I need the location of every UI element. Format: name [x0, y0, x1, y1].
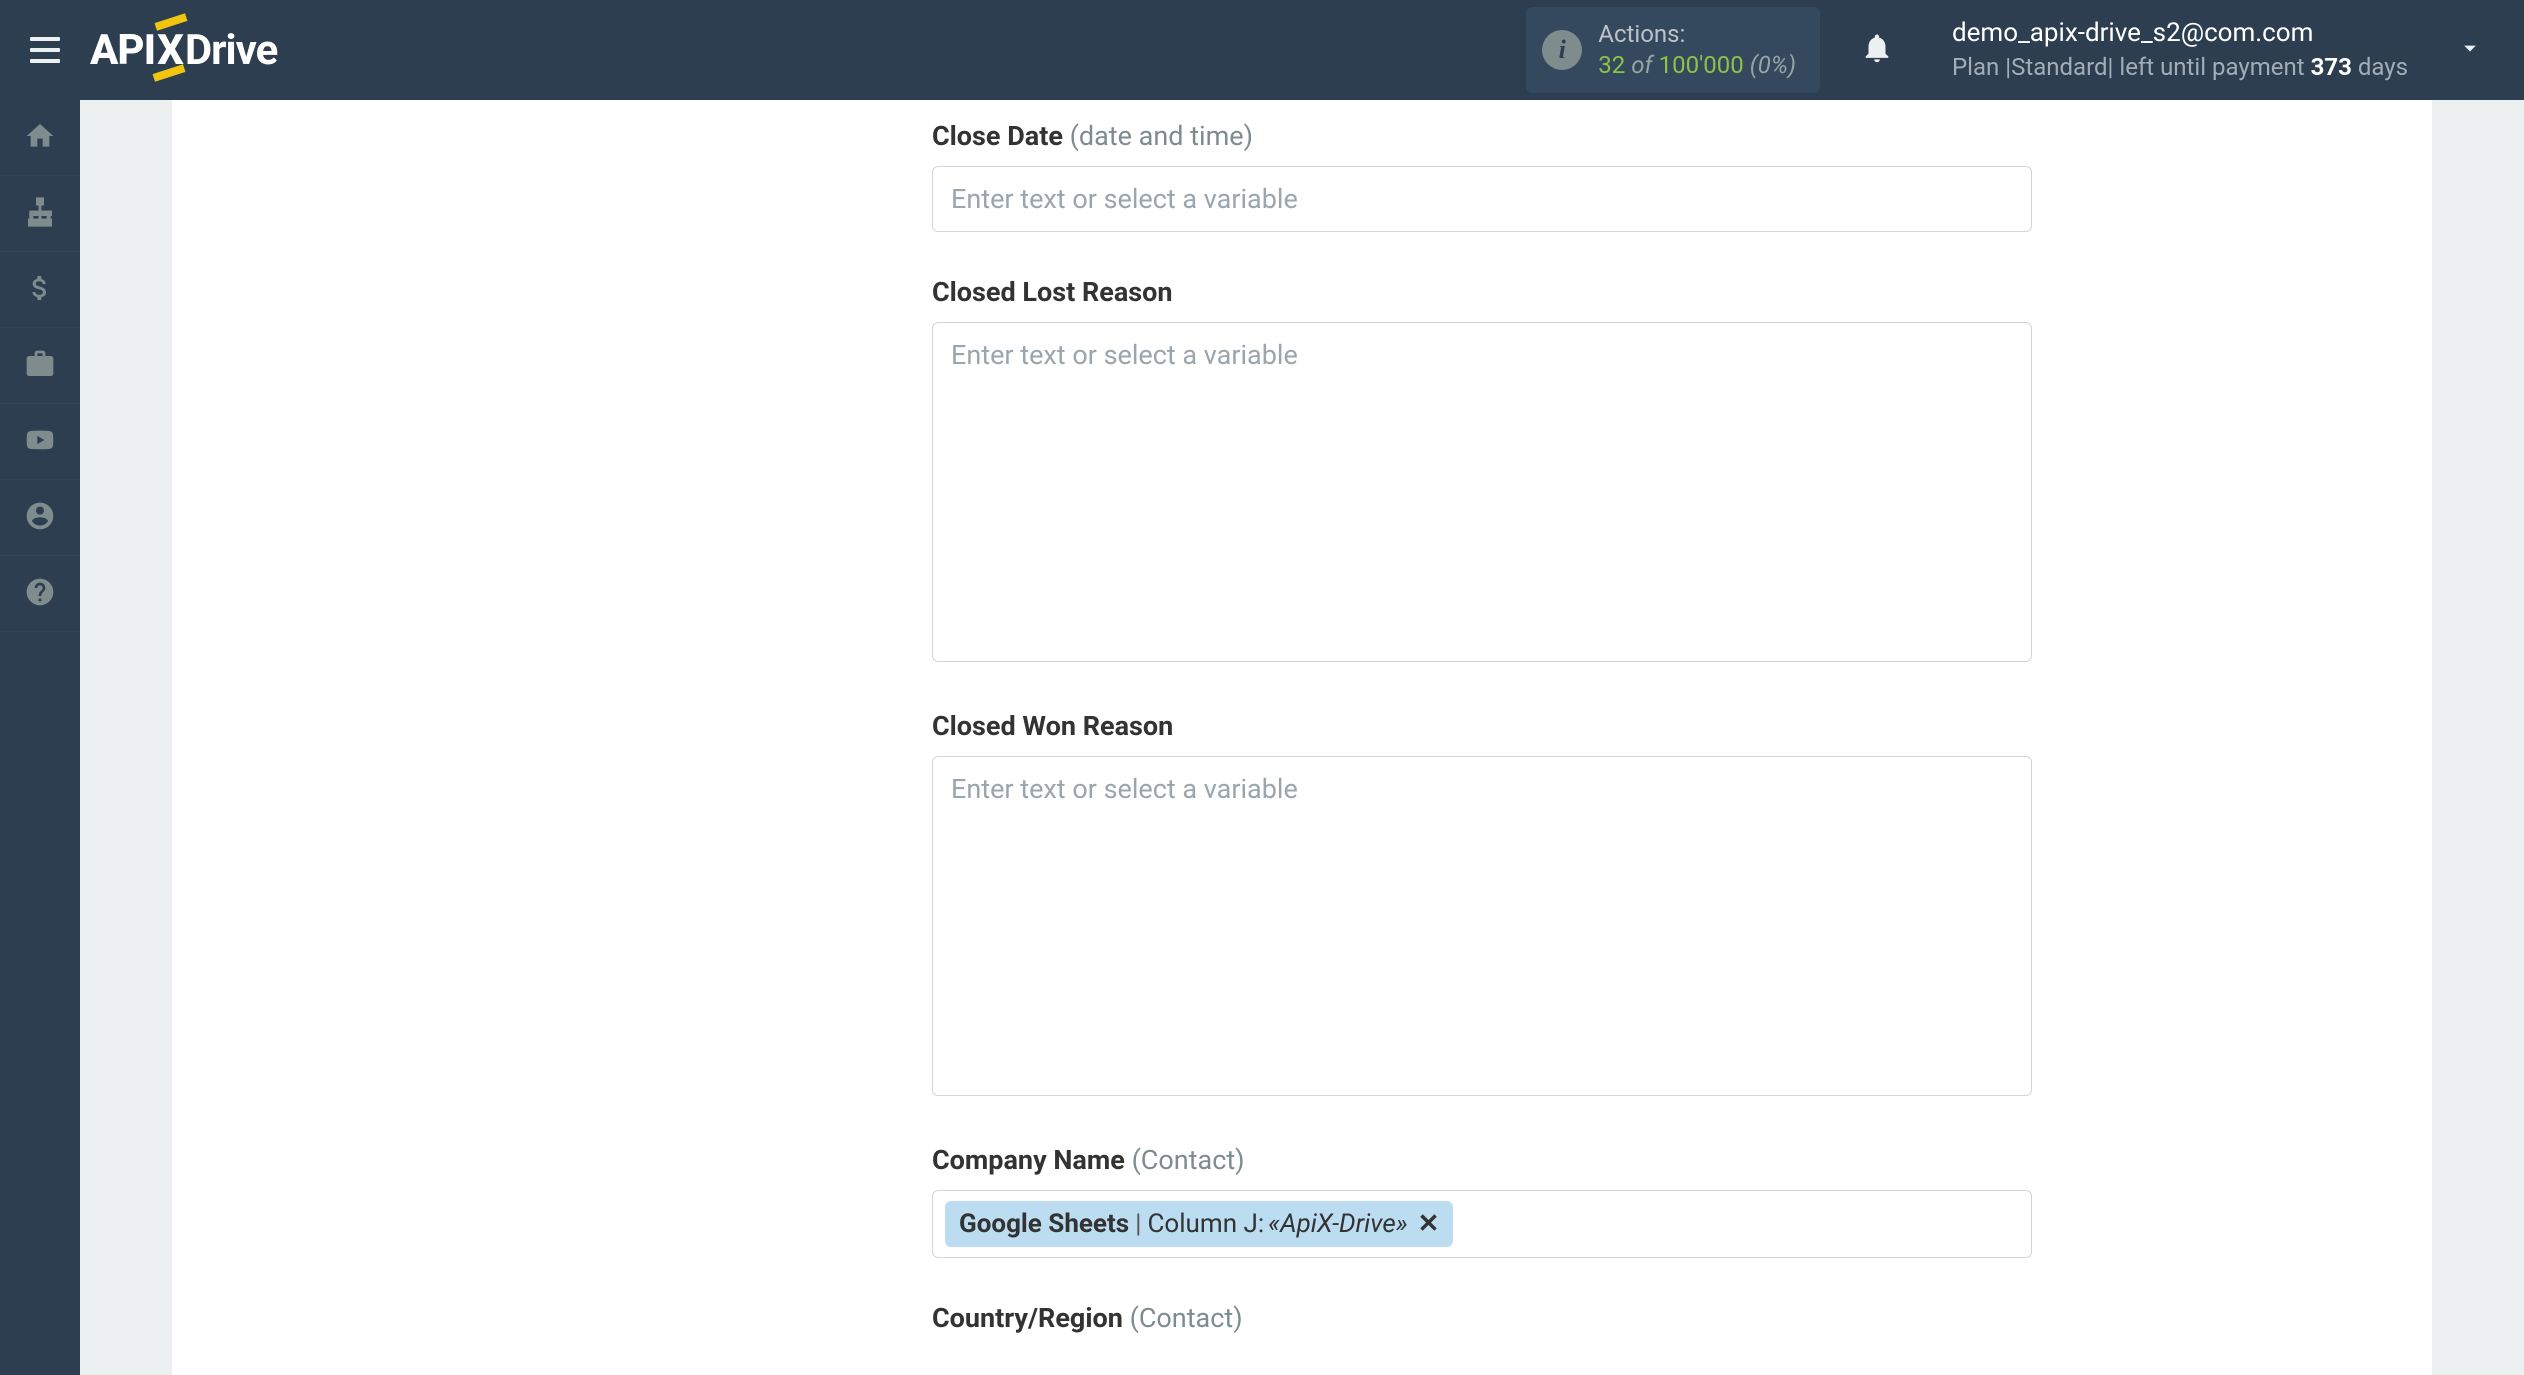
country-region-label: Country/Region (Contact) [932, 1302, 2032, 1334]
actions-of: of [1631, 50, 1652, 81]
logo-text-x: X [157, 26, 183, 75]
actions-usage-box[interactable]: i Actions: 32 of 100'000 (0%) [1526, 7, 1820, 93]
form-panel: Close Date (date and time) Closed Lost R… [172, 100, 2432, 1375]
field-closed-lost-reason: Closed Lost Reason [932, 276, 2032, 666]
menu-toggle-button[interactable] [20, 27, 70, 73]
briefcase-icon [24, 348, 56, 384]
field-close-date: Close Date (date and time) [932, 120, 2032, 232]
sidebar-item-account[interactable] [0, 480, 80, 556]
field-company-name: Company Name (Contact) Google Sheets | C… [932, 1144, 2032, 1258]
sidebar [0, 100, 80, 1375]
close-date-input[interactable] [932, 166, 2032, 232]
chevron-down-icon [2456, 34, 2484, 66]
sidebar-item-help[interactable] [0, 556, 80, 632]
actions-label: Actions: [1598, 19, 1796, 50]
field-closed-won-reason: Closed Won Reason [932, 710, 2032, 1100]
logo-text-drive: Drive [185, 26, 277, 75]
company-name-input[interactable]: Google Sheets | Column J: «ApiX-Drive» ✕ [932, 1190, 2032, 1258]
close-date-label: Close Date (date and time) [932, 120, 2032, 152]
closed-lost-label: Closed Lost Reason [932, 276, 2032, 308]
user-menu-button[interactable]: demo_apix-drive_s2@com.com Plan |Standar… [1934, 16, 2484, 83]
logo-text-api: API [90, 26, 155, 75]
notifications-button[interactable] [1860, 31, 1894, 69]
field-country-region: Country/Region (Contact) [932, 1302, 2032, 1334]
actions-count: 32 [1598, 50, 1625, 81]
company-name-label: Company Name (Contact) [932, 1144, 2032, 1176]
help-icon [24, 576, 56, 612]
logo[interactable]: API X Drive [90, 26, 277, 75]
bell-icon [1860, 50, 1894, 69]
closed-won-label: Closed Won Reason [932, 710, 2032, 742]
closed-won-input[interactable] [932, 756, 2032, 1096]
home-icon [24, 120, 56, 156]
actions-pct: (0%) [1750, 50, 1796, 81]
sidebar-item-connections[interactable] [0, 176, 80, 252]
info-icon: i [1542, 30, 1582, 70]
sidebar-item-briefcase[interactable] [0, 328, 80, 404]
main-content: Close Date (date and time) Closed Lost R… [80, 100, 2524, 1375]
user-email: demo_apix-drive_s2@com.com [1952, 16, 2408, 51]
token-remove-button[interactable]: ✕ [1418, 1209, 1440, 1239]
actions-limit: 100'000 [1659, 50, 1744, 81]
youtube-icon [24, 424, 56, 460]
user-plan: Plan |Standard| left until payment 373 d… [1952, 51, 2408, 83]
dollar-icon [24, 272, 56, 308]
sidebar-item-billing[interactable] [0, 252, 80, 328]
sidebar-item-home[interactable] [0, 100, 80, 176]
account-icon [24, 500, 56, 536]
sitemap-icon [24, 196, 56, 232]
sidebar-item-youtube[interactable] [0, 404, 80, 480]
variable-token[interactable]: Google Sheets | Column J: «ApiX-Drive» ✕ [945, 1201, 1453, 1247]
top-bar: API X Drive i Actions: 32 of 100'000 (0%… [0, 0, 2524, 100]
closed-lost-input[interactable] [932, 322, 2032, 662]
